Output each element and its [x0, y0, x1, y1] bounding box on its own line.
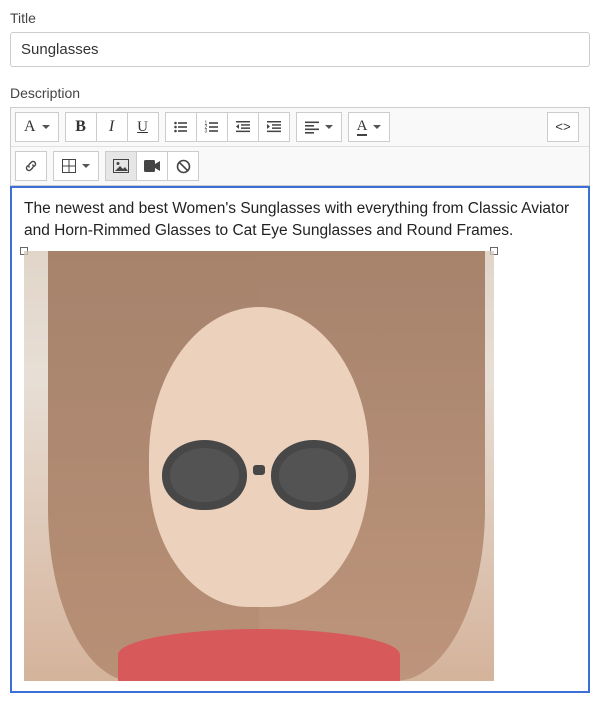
numbered-list-button[interactable]: 123: [196, 112, 228, 142]
clear-format-button[interactable]: [167, 151, 199, 181]
indent-icon: [266, 119, 282, 135]
code-view-button[interactable]: <>: [547, 112, 579, 142]
chevron-down-icon: [373, 125, 381, 129]
chevron-down-icon: [325, 125, 333, 129]
svg-text:3: 3: [204, 129, 207, 135]
description-text[interactable]: The newest and best Women's Sunglasses w…: [24, 198, 576, 243]
chevron-down-icon: [82, 164, 90, 168]
video-icon: [144, 160, 160, 172]
image-icon: [113, 159, 129, 173]
indent-button[interactable]: [258, 112, 290, 142]
link-icon: [23, 158, 39, 174]
link-button[interactable]: [15, 151, 47, 181]
title-input[interactable]: [10, 32, 590, 67]
bold-button[interactable]: B: [65, 112, 97, 142]
table-icon: [62, 159, 76, 173]
ban-icon: [176, 159, 191, 174]
text-color-icon: A: [357, 119, 368, 136]
format-select[interactable]: A: [15, 112, 59, 142]
embedded-image-selection[interactable]: [24, 251, 494, 681]
align-button[interactable]: [296, 112, 342, 142]
description-label: Description: [10, 85, 590, 101]
code-icon: <>: [555, 120, 571, 135]
table-button[interactable]: [53, 151, 99, 181]
italic-icon: I: [109, 118, 114, 136]
underline-icon: U: [137, 119, 148, 136]
italic-button[interactable]: I: [96, 112, 128, 142]
toolbar-row-2: [11, 147, 589, 185]
toolbar-row-1: A B I U 123: [11, 108, 589, 147]
video-button[interactable]: [136, 151, 168, 181]
editor-toolbar: A B I U 123: [10, 107, 590, 186]
format-label: A: [24, 118, 36, 136]
underline-button[interactable]: U: [127, 112, 159, 142]
image-button[interactable]: [105, 151, 137, 181]
bullet-list-button[interactable]: [165, 112, 197, 142]
bullet-list-icon: [173, 119, 189, 135]
chevron-down-icon: [42, 125, 50, 129]
numbered-list-icon: 123: [204, 119, 220, 135]
outdent-icon: [235, 119, 251, 135]
bold-icon: B: [75, 118, 86, 136]
title-label: Title: [10, 10, 590, 26]
outdent-button[interactable]: [227, 112, 259, 142]
text-color-button[interactable]: A: [348, 112, 391, 142]
embedded-image[interactable]: [24, 251, 494, 681]
align-icon: [305, 120, 319, 134]
description-editor[interactable]: The newest and best Women's Sunglasses w…: [10, 186, 590, 693]
